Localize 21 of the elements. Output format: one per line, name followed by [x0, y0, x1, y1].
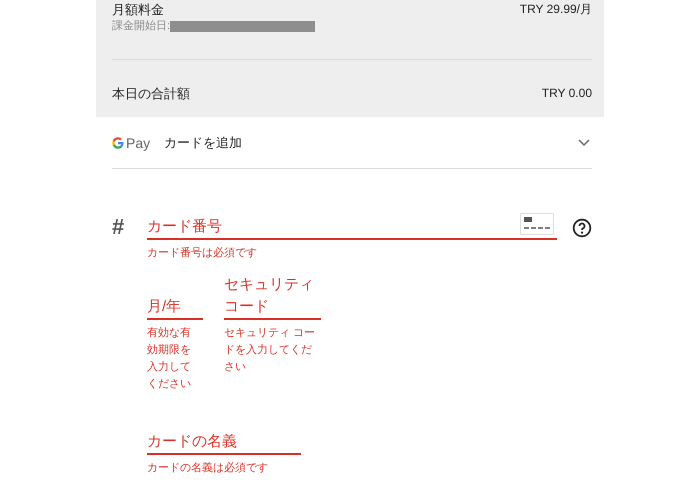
- hash-icon: #: [112, 213, 147, 239]
- error-message: 有効な有効期限を入力してください: [147, 326, 192, 392]
- google-g-icon: [112, 136, 124, 148]
- help-icon[interactable]: [572, 218, 592, 238]
- method-label: カードを追加: [164, 134, 244, 152]
- chevron-icon: [578, 138, 590, 146]
- summary-label: 月額料金: [112, 1, 165, 18]
- error-message: セキュリティ コードを入力してください: [224, 326, 316, 375]
- brand-label: Pay: [126, 134, 150, 150]
- card-icon: [520, 213, 554, 235]
- input-field[interactable]: セキュリティコード: [224, 274, 321, 318]
- error-message: カードの名義は必須です: [147, 460, 269, 476]
- input-field[interactable]: カードの名義: [147, 431, 301, 453]
- date-label: 課金開始日:: [112, 19, 170, 33]
- summary-label: 本日の合計額: [112, 85, 190, 102]
- error-message: カード番号は必須です: [147, 246, 258, 261]
- input-field[interactable]: カード番号: [147, 216, 520, 238]
- input-field[interactable]: 月/年: [147, 296, 203, 318]
- payment-method-selector[interactable]: Pay カードを追加: [96, 117, 604, 168]
- amount: TRY 0.00: [542, 85, 592, 102]
- amount: TRY 29.99/月: [520, 1, 592, 18]
